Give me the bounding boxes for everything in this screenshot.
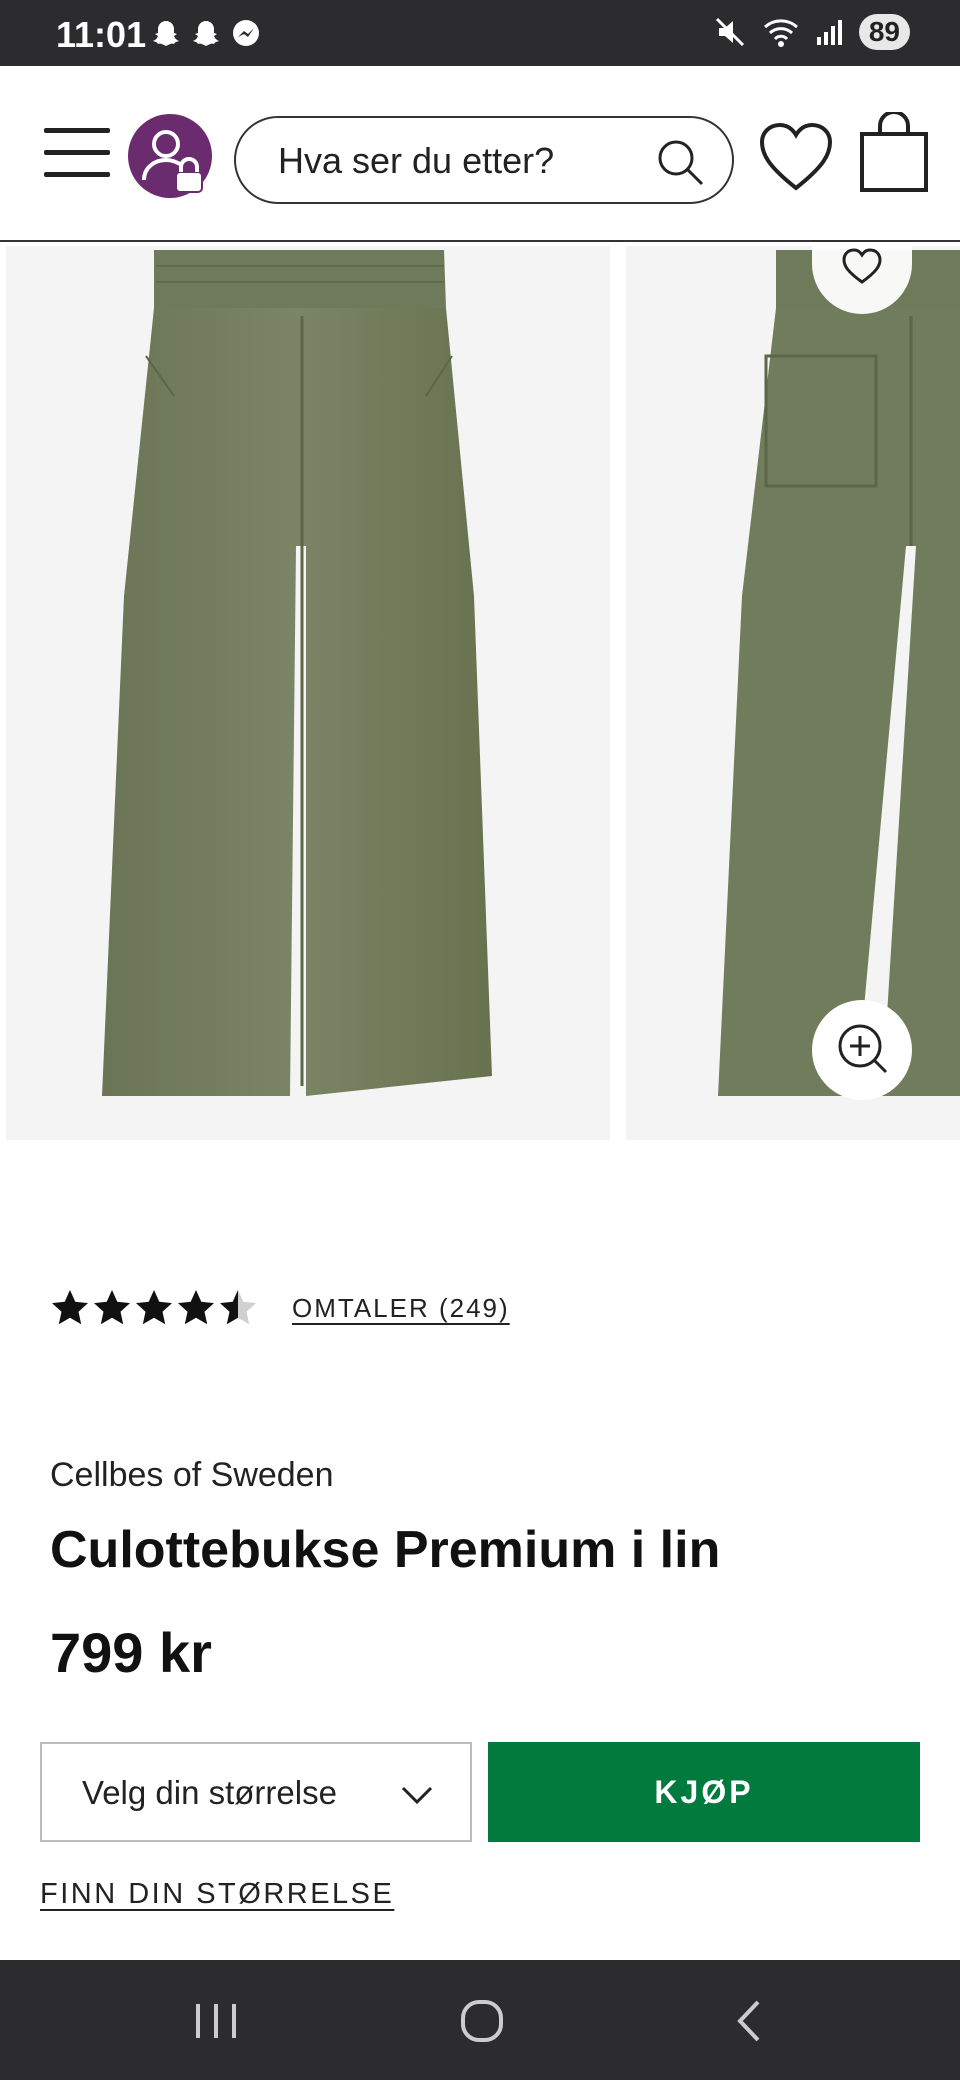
star-icon — [178, 1290, 214, 1325]
shopping-bag-icon[interactable] — [858, 112, 930, 194]
size-select[interactable]: Velg din størrelse — [40, 1742, 472, 1842]
account-button[interactable] — [128, 114, 212, 198]
home-icon[interactable] — [452, 1996, 512, 2046]
rating-stars — [50, 1288, 258, 1328]
add-to-wishlist-button[interactable] — [812, 244, 912, 314]
mute-icon — [715, 17, 744, 47]
heart-icon[interactable] — [758, 122, 834, 192]
site-header: Hva ser du etter? — [0, 66, 960, 242]
battery-indicator: 89 — [858, 14, 910, 50]
snapchat-icon — [153, 21, 179, 46]
recent-apps-icon[interactable] — [186, 1996, 246, 2046]
search-icon[interactable] — [654, 136, 706, 188]
product-brand[interactable]: Cellbes of Sweden — [50, 1456, 334, 1495]
user-lock-icon — [142, 130, 203, 193]
star-icon — [136, 1290, 172, 1325]
star-icon — [94, 1290, 130, 1325]
status-bar: 11:01 89 — [0, 0, 960, 66]
zoom-button[interactable] — [812, 1000, 912, 1100]
chevron-down-icon — [401, 1786, 433, 1805]
status-right: 89 — [713, 14, 910, 50]
system-nav-bar — [0, 1960, 960, 2080]
pants-front-image — [102, 250, 492, 1096]
product-rating: OMTALER (249) — [50, 1288, 510, 1328]
reviews-link[interactable]: OMTALER (249) — [292, 1293, 510, 1324]
snapchat-icon — [193, 21, 219, 46]
product-gallery[interactable] — [0, 244, 960, 1140]
search-placeholder: Hva ser du etter? — [278, 140, 555, 181]
status-time: 11:01 — [56, 14, 147, 55]
size-select-label: Velg din størrelse — [82, 1774, 337, 1811]
half-star-icon — [220, 1290, 256, 1325]
menu-button[interactable] — [44, 128, 110, 178]
back-icon[interactable] — [720, 1996, 780, 2046]
star-icon — [52, 1290, 88, 1325]
search-input[interactable]: Hva ser du etter? — [234, 116, 734, 204]
notification-icons — [150, 18, 262, 50]
messenger-icon — [233, 20, 259, 46]
zoom-in-icon — [838, 1024, 888, 1074]
wifi-icon — [763, 19, 798, 47]
product-price: 799 kr — [50, 1621, 212, 1684]
buy-button[interactable]: KJØP — [488, 1742, 920, 1842]
heart-icon — [842, 248, 882, 284]
product-image-front[interactable] — [6, 246, 610, 1140]
product-title: Culottebukse Premium i lin — [50, 1521, 721, 1579]
find-size-link[interactable]: FINN DIN STØRRELSE — [40, 1878, 394, 1911]
signal-icon — [816, 20, 842, 45]
